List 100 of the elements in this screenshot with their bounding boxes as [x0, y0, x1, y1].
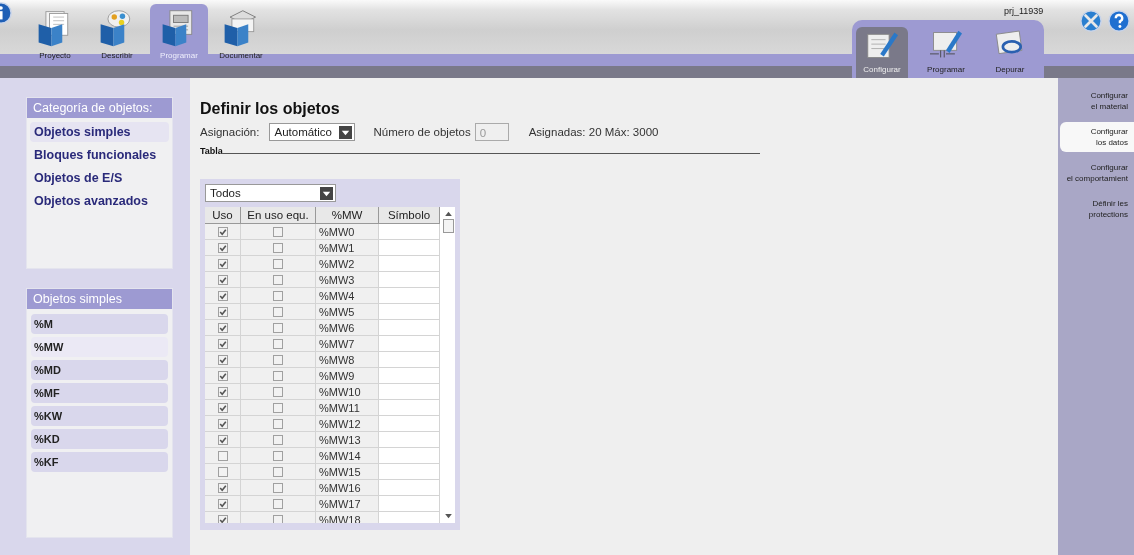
symbol-cell[interactable] [379, 352, 440, 368]
object-type-item[interactable]: %KF [31, 452, 168, 472]
side-tab[interactable]: Configurar el comportamient [1058, 158, 1134, 188]
checkbox[interactable] [217, 370, 228, 381]
symbol-cell[interactable] [379, 224, 440, 240]
checkbox[interactable] [273, 274, 283, 285]
checkbox[interactable] [273, 370, 283, 381]
side-tab[interactable]: Configurar el material [1058, 86, 1134, 116]
side-tab[interactable]: Définir les protections [1058, 194, 1134, 224]
checkbox[interactable] [217, 258, 228, 269]
symbol-cell[interactable] [379, 416, 440, 432]
mode-tab[interactable]: Configurar [856, 27, 908, 78]
main-tab[interactable]: Documentar [212, 4, 270, 66]
checkbox[interactable] [217, 290, 228, 301]
help-icon[interactable] [1108, 10, 1130, 32]
checkbox[interactable] [217, 466, 228, 477]
object-type-item[interactable]: %MF [31, 383, 168, 403]
object-type-item[interactable]: %KW [31, 406, 168, 426]
checkbox[interactable] [273, 354, 283, 365]
scroll-thumb[interactable] [442, 219, 454, 233]
checkbox[interactable] [217, 450, 228, 461]
checkbox[interactable] [217, 322, 228, 333]
symbol-cell[interactable] [379, 256, 440, 272]
mode-tab[interactable]: Programar [920, 27, 972, 78]
mode-tab[interactable]: Depurar [984, 27, 1036, 78]
table-cell: %MW4 [316, 288, 379, 304]
symbol-cell[interactable] [379, 480, 440, 496]
checkbox[interactable] [273, 466, 283, 477]
checkbox[interactable] [273, 450, 283, 461]
checkbox[interactable] [273, 498, 283, 509]
checkbox[interactable] [273, 322, 283, 333]
symbol-cell[interactable] [379, 448, 440, 464]
checkbox[interactable] [273, 242, 283, 253]
main-tab[interactable]: Describir [88, 4, 146, 66]
checkbox[interactable] [217, 386, 228, 397]
assignment-dropdown[interactable]: Automático [269, 123, 356, 141]
table-cell: %MW8 [316, 352, 379, 368]
assigned-info: Asignadas: 20 Máx: 3000 [528, 126, 659, 138]
checkbox[interactable] [217, 354, 228, 365]
symbol-cell[interactable] [379, 272, 440, 288]
object-type-item[interactable]: %MW [31, 337, 168, 357]
tools-icon[interactable] [1080, 10, 1102, 32]
checkbox[interactable] [273, 418, 283, 429]
checkbox[interactable] [217, 498, 228, 509]
symbol-cell[interactable] [379, 240, 440, 256]
column-header[interactable]: %MW [316, 207, 379, 224]
object-type-item[interactable]: %MD [31, 360, 168, 380]
symbol-cell[interactable] [379, 400, 440, 416]
main-tab[interactable]: Proyecto [26, 4, 84, 66]
checkbox[interactable] [217, 482, 228, 493]
symbol-cell[interactable] [379, 320, 440, 336]
scroll-up-icon[interactable] [444, 211, 452, 216]
table-cell: %MW6 [316, 320, 379, 336]
table-cell: %MW15 [316, 464, 379, 480]
checkbox[interactable] [273, 402, 283, 413]
checkbox[interactable] [217, 226, 228, 237]
checkbox[interactable] [273, 482, 283, 493]
checkbox[interactable] [273, 290, 283, 301]
table-cell: %MW9 [316, 368, 379, 384]
category-item[interactable]: Objetos avanzados [30, 191, 169, 211]
symbol-cell[interactable] [379, 304, 440, 320]
checkbox[interactable] [217, 338, 228, 349]
scroll-down-icon[interactable] [444, 514, 452, 519]
column-header[interactable]: En uso equ. [241, 207, 316, 224]
checkbox[interactable] [273, 338, 283, 349]
table-cell: %MW10 [316, 384, 379, 400]
category-item[interactable]: Objetos de E/S [30, 168, 169, 188]
table-cell: %MW18 [316, 512, 379, 523]
checkbox[interactable] [273, 226, 283, 237]
checkbox[interactable] [217, 418, 228, 429]
field-label: Número de objetos [373, 126, 471, 138]
checkbox[interactable] [217, 514, 228, 523]
symbol-cell[interactable] [379, 288, 440, 304]
symbol-cell[interactable] [379, 368, 440, 384]
table-cell: %MW0 [316, 224, 379, 240]
checkbox[interactable] [217, 402, 228, 413]
object-type-item[interactable]: %KD [31, 429, 168, 449]
symbol-cell[interactable] [379, 496, 440, 512]
category-item[interactable]: Bloques funcionales [30, 145, 169, 165]
symbol-cell[interactable] [379, 384, 440, 400]
object-type-item[interactable]: %M [31, 314, 168, 334]
symbol-cell[interactable] [379, 432, 440, 448]
checkbox[interactable] [273, 434, 283, 445]
panel-title: Categoría de objetos: [27, 98, 172, 118]
checkbox[interactable] [217, 434, 228, 445]
checkbox[interactable] [273, 306, 283, 317]
symbol-cell[interactable] [379, 464, 440, 480]
checkbox[interactable] [217, 242, 228, 253]
column-header[interactable]: Símbolo [379, 207, 440, 224]
symbol-cell[interactable] [379, 336, 440, 352]
table-cell: %MW14 [316, 448, 379, 464]
checkbox[interactable] [273, 386, 283, 397]
column-header[interactable]: Uso [205, 207, 241, 224]
checkbox[interactable] [273, 514, 283, 523]
side-tab[interactable]: Configurar los datos [1060, 122, 1134, 152]
checkbox[interactable] [273, 258, 283, 269]
filter-dropdown[interactable]: Todos [205, 184, 336, 202]
category-item[interactable]: Objetos simples [30, 122, 169, 142]
checkbox[interactable] [217, 306, 228, 317]
checkbox[interactable] [217, 274, 228, 285]
